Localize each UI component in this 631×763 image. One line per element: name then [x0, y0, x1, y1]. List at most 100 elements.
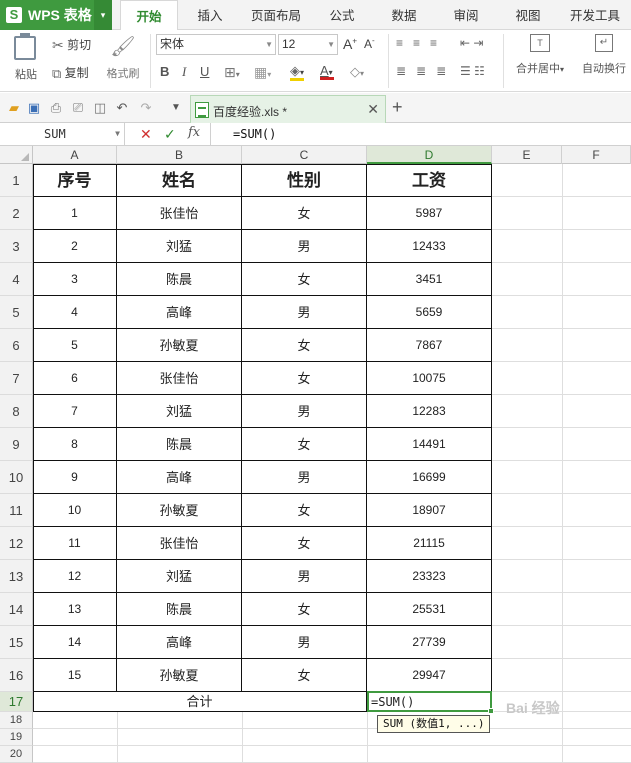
table-cell[interactable]: 15: [33, 659, 117, 692]
table-cell[interactable]: 女: [242, 197, 367, 230]
bold-button[interactable]: B: [160, 64, 169, 79]
column-header-e[interactable]: E: [492, 146, 562, 164]
table-cell[interactable]: 21115: [367, 527, 492, 560]
table-cell[interactable]: 女: [242, 428, 367, 461]
column-header-f[interactable]: F: [562, 146, 631, 164]
table-cell[interactable]: 29947: [367, 659, 492, 692]
table-cell[interactable]: 3451: [367, 263, 492, 296]
row-header[interactable]: 7: [0, 362, 33, 395]
table-cell[interactable]: 女: [242, 263, 367, 296]
table-cell[interactable]: 6: [33, 362, 117, 395]
fill-handle[interactable]: [488, 708, 494, 714]
table-cell[interactable]: 刘猛: [117, 230, 242, 263]
print-preview-icon[interactable]: ◫: [92, 100, 108, 116]
row-header[interactable]: 2: [0, 197, 33, 230]
row-header[interactable]: 6: [0, 329, 33, 362]
table-cell[interactable]: 23323: [367, 560, 492, 593]
row-header[interactable]: 17: [0, 692, 33, 712]
row-header[interactable]: 15: [0, 626, 33, 659]
table-cell[interactable]: 孙敏夏: [117, 329, 242, 362]
table-cell[interactable]: 女: [242, 494, 367, 527]
wrap-text-button[interactable]: ↵ 自动换行: [578, 34, 630, 76]
row-header[interactable]: 9: [0, 428, 33, 461]
select-all-corner[interactable]: [0, 146, 33, 164]
customize-dropdown-icon[interactable]: ▼: [168, 100, 184, 116]
table-cell[interactable]: 2: [33, 230, 117, 263]
clear-format-icon[interactable]: ◇▾: [350, 64, 364, 80]
table-cell[interactable]: 7: [33, 395, 117, 428]
table-cell[interactable]: 5: [33, 329, 117, 362]
table-cell[interactable]: 12283: [367, 395, 492, 428]
row-header[interactable]: 1: [0, 164, 33, 197]
row-header[interactable]: 10: [0, 461, 33, 494]
table-cell[interactable]: 男: [242, 296, 367, 329]
table-cell[interactable]: 女: [242, 593, 367, 626]
table-header-cell[interactable]: 序号: [33, 164, 117, 197]
table-cell[interactable]: 刘猛: [117, 560, 242, 593]
save-icon[interactable]: ▣: [26, 100, 42, 116]
insert-function-icon[interactable]: fx: [188, 125, 200, 140]
row-header[interactable]: 5: [0, 296, 33, 329]
table-cell[interactable]: 5659: [367, 296, 492, 329]
table-cell[interactable]: 陈晨: [117, 593, 242, 626]
fill-color-icon[interactable]: ◈▾: [290, 63, 304, 81]
table-cell[interactable]: 张佳怡: [117, 197, 242, 230]
vertical-align-icons[interactable]: ≡≡≡: [396, 36, 447, 50]
column-header-a[interactable]: A: [33, 146, 117, 164]
app-menu-button[interactable]: S WPS 表格 ▾: [0, 0, 112, 30]
table-cell[interactable]: 刘猛: [117, 395, 242, 428]
tab-page-layout[interactable]: 页面布局: [244, 0, 308, 30]
row-header[interactable]: 3: [0, 230, 33, 263]
undo-icon[interactable]: ↶: [114, 100, 130, 116]
cut-button[interactable]: ✂ 剪切: [52, 36, 91, 54]
row-header[interactable]: 8: [0, 395, 33, 428]
column-header-d[interactable]: D: [367, 146, 492, 164]
table-cell[interactable]: 9: [33, 461, 117, 494]
font-color-icon[interactable]: A▾: [320, 63, 334, 80]
italic-button[interactable]: I: [182, 64, 186, 80]
table-cell[interactable]: 25531: [367, 593, 492, 626]
merge-center-button[interactable]: T 合并居中▾: [510, 34, 570, 76]
table-cell[interactable]: 孙敏夏: [117, 494, 242, 527]
confirm-formula-icon[interactable]: ✓: [164, 126, 176, 143]
document-tab[interactable]: 百度经验.xls * ✕: [190, 95, 386, 123]
row-header[interactable]: 20: [0, 746, 33, 763]
indent-icons[interactable]: ⇤ ⇥: [460, 36, 483, 50]
table-cell[interactable]: 张佳怡: [117, 362, 242, 395]
table-cell[interactable]: 女: [242, 527, 367, 560]
new-tab-plus-icon[interactable]: +: [392, 97, 403, 118]
table-cell[interactable]: 高峰: [117, 461, 242, 494]
table-cell[interactable]: 男: [242, 560, 367, 593]
table-cell[interactable]: 男: [242, 230, 367, 263]
table-cell[interactable]: 男: [242, 626, 367, 659]
table-cell[interactable]: 高峰: [117, 296, 242, 329]
folder-open-icon[interactable]: ▰: [6, 100, 22, 116]
table-cell[interactable]: 3: [33, 263, 117, 296]
borders-icon[interactable]: ⊞▾: [224, 64, 240, 81]
underline-button[interactable]: U: [200, 64, 209, 79]
table-cell[interactable]: 1: [33, 197, 117, 230]
table-header-cell[interactable]: 性别: [242, 164, 367, 197]
table-cell[interactable]: 张佳怡: [117, 527, 242, 560]
table-cell[interactable]: 孙敏夏: [117, 659, 242, 692]
font-size-select[interactable]: 12 ▼: [278, 34, 338, 55]
table-cell[interactable]: 27739: [367, 626, 492, 659]
table-header-cell[interactable]: 工资: [367, 164, 492, 197]
column-header-b[interactable]: B: [117, 146, 242, 164]
row-header[interactable]: 14: [0, 593, 33, 626]
increase-font-icon[interactable]: A+: [343, 36, 357, 52]
row-header[interactable]: 16: [0, 659, 33, 692]
active-editing-cell[interactable]: =SUM(): [367, 691, 492, 712]
table-cell[interactable]: 女: [242, 659, 367, 692]
print-icon[interactable]: ⎚: [70, 100, 86, 116]
table-cell[interactable]: 12: [33, 560, 117, 593]
table-cell[interactable]: 12433: [367, 230, 492, 263]
cancel-formula-icon[interactable]: ✕: [140, 126, 152, 143]
font-name-select[interactable]: 宋体 ▼: [156, 34, 276, 55]
table-cell[interactable]: 男: [242, 461, 367, 494]
table-cell[interactable]: 男: [242, 395, 367, 428]
tab-view[interactable]: 视图: [504, 0, 552, 30]
copy-button[interactable]: ⧉ 复制: [52, 64, 89, 82]
row-header[interactable]: 12: [0, 527, 33, 560]
tab-formulas[interactable]: 公式: [318, 0, 366, 30]
